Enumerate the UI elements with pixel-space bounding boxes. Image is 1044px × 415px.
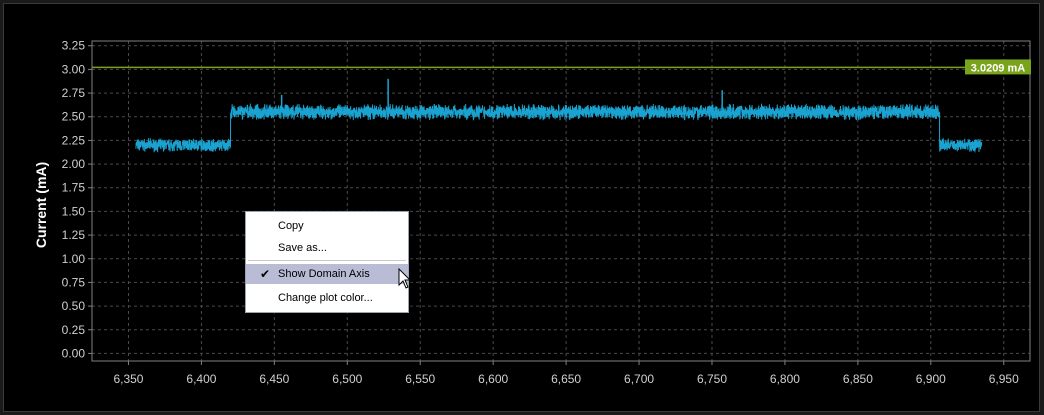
y-tick-label: 3.00 [62, 62, 86, 76]
checkmark-icon: ✔ [260, 267, 271, 281]
x-tick-label: 6,500 [332, 372, 362, 386]
x-tick-label: 6,800 [770, 372, 800, 386]
plot-area-border [91, 40, 1031, 362]
x-tick-label: 6,950 [989, 372, 1019, 386]
x-tick-label: 6,550 [405, 372, 435, 386]
x-tick-label: 6,350 [113, 372, 143, 386]
menu-item-label: Save as... [278, 242, 327, 254]
x-tick-label: 6,650 [551, 372, 581, 386]
arrow-cursor-icon [398, 268, 412, 289]
menu-item-save-as[interactable]: Save as... [246, 238, 408, 258]
y-tick-label: 2.25 [62, 133, 86, 147]
x-tick-label: 6,850 [843, 372, 873, 386]
y-tick-label: 2.75 [62, 86, 86, 100]
y-tick-label: 0.00 [62, 346, 86, 360]
y-tick-label: 2.00 [62, 157, 86, 171]
menu-item-show-domain-axis[interactable]: ✔ Show Domain Axis [246, 264, 408, 284]
current-series [135, 78, 983, 154]
y-tick-label: 1.25 [62, 228, 86, 242]
x-tick-label: 6,700 [624, 372, 654, 386]
y-axis-label: Current (mA) [33, 162, 49, 248]
menu-item-label: Show Domain Axis [278, 268, 370, 280]
current-trace [135, 103, 983, 154]
y-tick-label: 0.25 [62, 323, 86, 337]
threshold-marker: 3.0209 mA [92, 59, 1031, 75]
x-tick-label: 6,450 [259, 372, 289, 386]
axes: 0.00 0.25 0.50 0.75 1.00 1.25 1.50 1.75 2.00 2.25… [62, 39, 1031, 386]
y-tick-label: 3.25 [62, 39, 86, 53]
threshold-label: 3.0209 mA [971, 62, 1025, 74]
x-tick-label: 6,750 [697, 372, 727, 386]
y-tick-label: 1.00 [62, 252, 86, 266]
menu-separator [248, 260, 406, 261]
menu-item-copy[interactable]: Copy [246, 216, 408, 236]
context-menu[interactable]: Copy Save as... ✔ Show Domain Axis Chang… [245, 211, 409, 313]
menu-item-label: Copy [278, 220, 304, 232]
menu-item-change-plot-color[interactable]: Change plot color... [246, 288, 408, 308]
y-tick-label: 0.50 [62, 299, 86, 313]
grid [92, 41, 1030, 361]
x-tick-label: 6,900 [916, 372, 946, 386]
plot-panel[interactable]: 0.00 0.25 0.50 0.75 1.00 1.25 1.50 1.75 2.00 2.25… [3, 3, 1040, 412]
y-tick-label: 0.75 [62, 275, 86, 289]
current-chart[interactable]: 0.00 0.25 0.50 0.75 1.00 1.25 1.50 1.75 2.00 2.25… [4, 4, 1041, 413]
y-tick-label: 2.50 [62, 110, 86, 124]
x-tick-label: 6,600 [478, 372, 508, 386]
x-tick-label: 6,400 [186, 372, 216, 386]
y-tick-label: 1.75 [62, 181, 86, 195]
menu-item-label: Change plot color... [278, 292, 373, 304]
y-tick-label: 1.50 [62, 204, 86, 218]
